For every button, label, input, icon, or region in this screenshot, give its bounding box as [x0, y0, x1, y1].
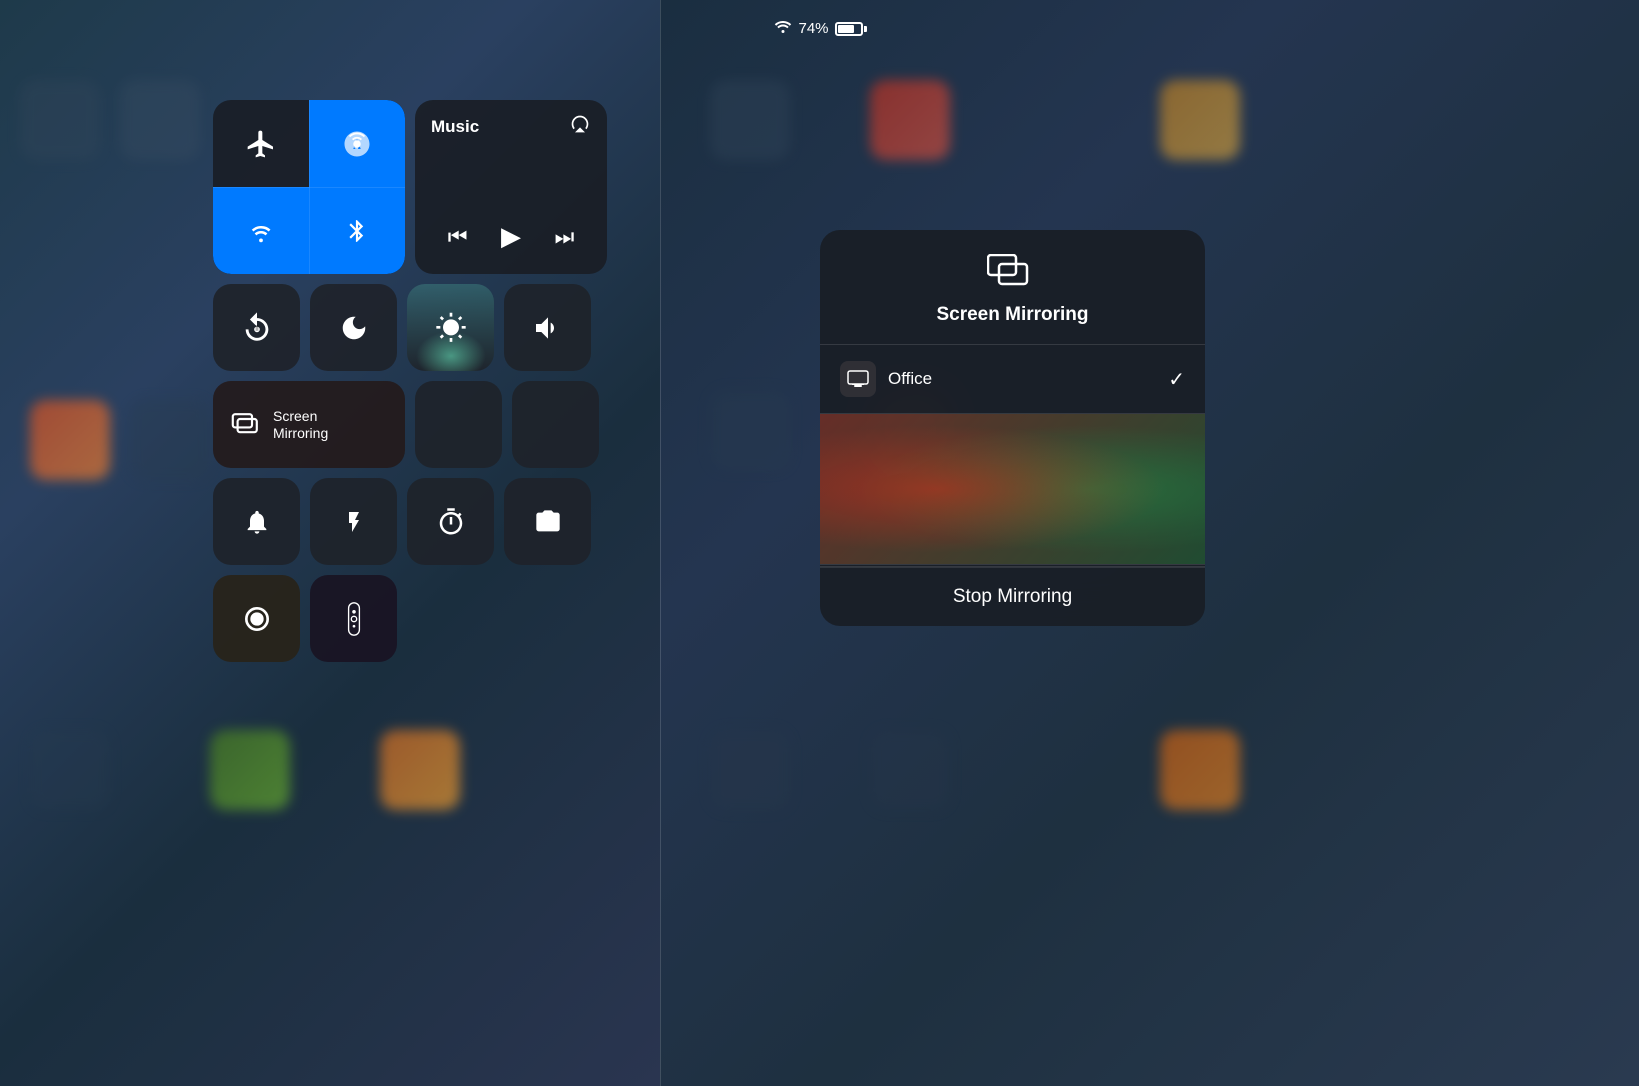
placeholder-tile-2	[512, 381, 599, 468]
brightness-slider[interactable]	[407, 284, 494, 371]
flashlight-icon	[342, 506, 366, 538]
mirror-device-row[interactable]: Office ✓	[820, 345, 1205, 413]
cc-row-2	[213, 284, 613, 371]
remote-icon	[343, 601, 365, 637]
appletv-icon	[840, 361, 876, 397]
cc-row-1: Music ⏮ ▶ ⏭	[213, 100, 613, 274]
rotation-icon	[240, 311, 274, 345]
timer-button[interactable]	[407, 478, 494, 565]
camera-icon	[532, 508, 564, 536]
bluetooth-button[interactable]	[309, 187, 405, 274]
wifi-icon	[772, 18, 792, 39]
control-center: Music ⏮ ▶ ⏭	[213, 100, 613, 672]
do-not-disturb-button[interactable]	[310, 284, 397, 371]
rotation-lock-button[interactable]	[213, 284, 300, 371]
apple-tv-remote-button[interactable]	[310, 575, 397, 662]
screen-mirroring-button[interactable]: ScreenMirroring	[213, 381, 405, 468]
bluetooth-icon	[344, 216, 370, 246]
mirror-divider-3	[820, 564, 1205, 565]
bell-icon	[243, 507, 271, 537]
mirror-checkmark: ✓	[1168, 367, 1185, 392]
music-play-button[interactable]: ▶	[501, 221, 521, 252]
airdrop-icon	[342, 129, 372, 159]
moon-icon	[339, 313, 369, 343]
music-title-row: Music	[431, 114, 591, 139]
battery-percent: 74%	[798, 20, 828, 37]
cc-row-4	[213, 478, 613, 565]
mirror-device-name: Office	[888, 369, 1156, 389]
music-next-button[interactable]: ⏭	[554, 224, 574, 250]
airdrop-button[interactable]	[309, 100, 405, 187]
brightness-icon	[435, 312, 467, 344]
mirror-popup-icon	[987, 254, 1039, 294]
music-tile[interactable]: Music ⏮ ▶ ⏭	[415, 100, 607, 274]
cc-row-3: ScreenMirroring	[213, 381, 613, 468]
screen-mirror-icon	[231, 413, 261, 437]
flashlight-button[interactable]	[310, 478, 397, 565]
placeholder-tile-1	[415, 381, 502, 468]
airplane-mode-button[interactable]	[213, 100, 309, 187]
stop-mirroring-button[interactable]: Stop Mirroring	[820, 567, 1205, 626]
screen-record-button[interactable]	[213, 575, 300, 662]
connectivity-group[interactable]	[213, 100, 405, 274]
cc-row-5	[213, 575, 613, 662]
music-controls: ⏮ ▶ ⏭	[431, 221, 591, 260]
mirror-popup-title: Screen Mirroring	[936, 304, 1088, 326]
notification-button[interactable]	[213, 478, 300, 565]
record-icon	[241, 603, 273, 635]
stop-mirroring-label: Stop Mirroring	[953, 586, 1072, 608]
airplane-icon	[245, 128, 277, 160]
timer-icon	[436, 507, 466, 537]
mirror-popup-header: Screen Mirroring	[820, 230, 1205, 344]
panel-divider	[660, 0, 661, 1086]
status-bar: 74%	[772, 18, 866, 39]
screen-mirroring-popup: Screen Mirroring Office ✓ Stop Mirroring	[820, 230, 1205, 626]
volume-slider[interactable]	[504, 284, 591, 371]
airplay-music-icon[interactable]	[569, 114, 591, 139]
camera-button[interactable]	[504, 478, 591, 565]
mirror-device-blurry-area	[820, 414, 1205, 564]
music-title: Music	[431, 117, 479, 137]
mirror-popup-icon-container	[987, 254, 1039, 294]
music-prev-button[interactable]: ⏮	[448, 224, 468, 250]
volume-icon	[532, 312, 564, 344]
battery-icon	[835, 22, 867, 36]
screen-mirroring-label: ScreenMirroring	[273, 408, 328, 442]
wifi-toggle-icon	[246, 216, 276, 246]
wifi-toggle-button[interactable]	[213, 187, 309, 274]
